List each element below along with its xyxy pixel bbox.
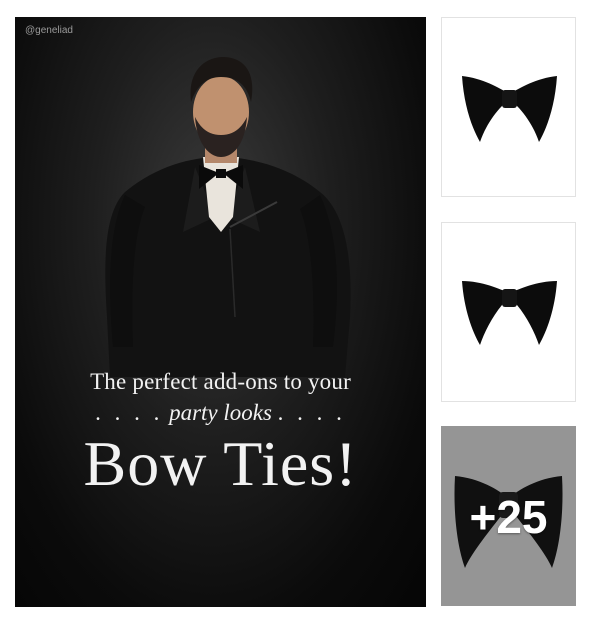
caption-party-looks: party looks xyxy=(169,400,272,425)
more-items-thumbnail[interactable]: +25 xyxy=(441,426,576,606)
caption-title: Bow Ties! xyxy=(83,428,358,499)
bow-tie-icon xyxy=(462,281,557,345)
hero-image[interactable]: @geneliad The perfect add-ons to your . … xyxy=(15,17,426,607)
bow-tie-icon xyxy=(462,76,557,142)
more-count-label: +25 xyxy=(469,491,548,543)
bow-tie-thumbnail-1[interactable] xyxy=(441,17,576,197)
caption-dots-left: . . . . xyxy=(95,400,164,425)
instagram-handle: @geneliad xyxy=(25,25,73,36)
caption-line-2: . . . . party looks . . . . xyxy=(15,400,426,426)
caption-line-1: The perfect add-ons to your xyxy=(90,369,351,394)
bow-tie-thumbnail-2[interactable] xyxy=(441,222,576,402)
man-in-tuxedo-image xyxy=(105,57,351,377)
caption-dots-right: . . . . xyxy=(277,400,346,425)
